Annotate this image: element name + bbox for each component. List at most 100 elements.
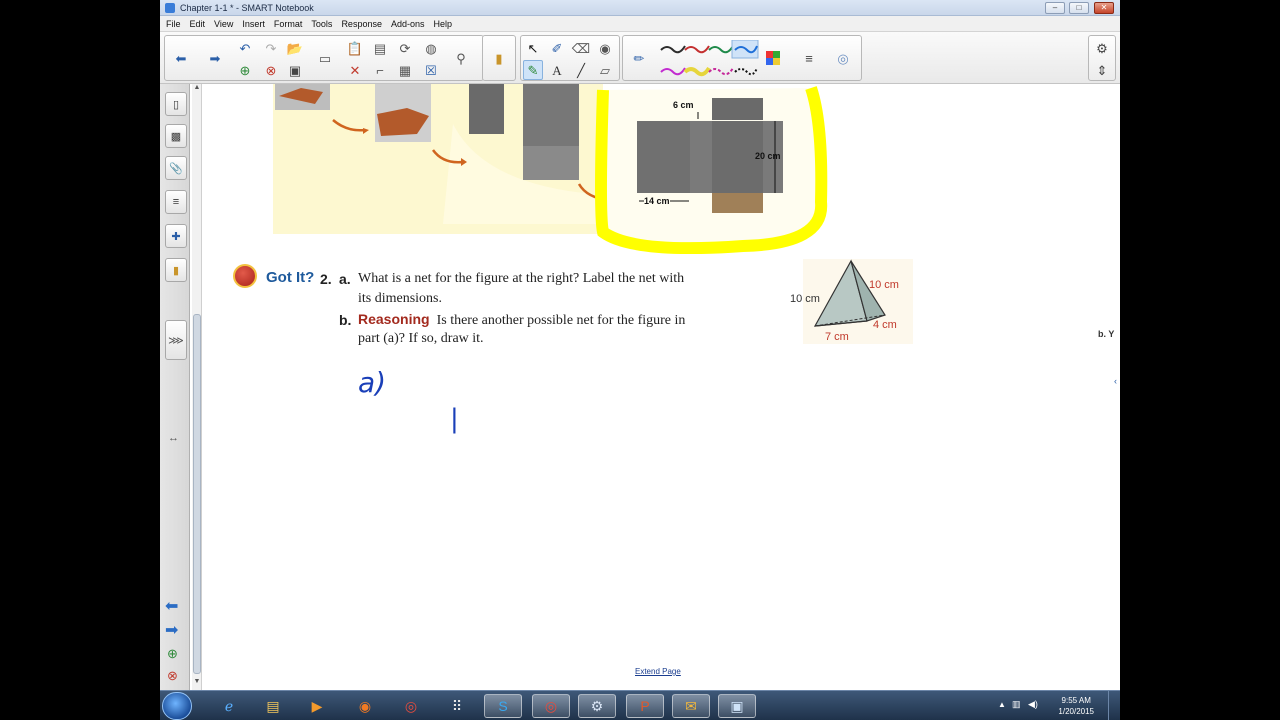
- attachments-icon[interactable]: 📎: [165, 156, 187, 180]
- close-button[interactable]: ✕: [1094, 2, 1114, 14]
- color-palette-icon[interactable]: [763, 48, 783, 68]
- pens-icon[interactable]: ✐: [547, 38, 567, 58]
- menu-format[interactable]: Format: [274, 19, 303, 29]
- menu-addons[interactable]: Add-ons: [391, 19, 425, 29]
- box-image-3: [469, 84, 504, 134]
- page-canvas[interactable]: 6 cm 20 cm 14 cm Got It? 2. a. What is a…: [203, 84, 1120, 690]
- outlook-icon[interactable]: ✉: [672, 694, 710, 718]
- page-sorter-icon[interactable]: ▯: [165, 92, 187, 116]
- gallery-icon[interactable]: ▩: [165, 124, 187, 148]
- save-icon[interactable]: ▣: [285, 60, 305, 80]
- back-arrow-icon[interactable]: ⬅: [171, 48, 191, 68]
- pen-color-swatches[interactable]: [659, 40, 779, 80]
- media-player-icon[interactable]: ▶: [298, 694, 336, 718]
- app-grid-icon[interactable]: ⠿: [438, 694, 476, 718]
- menu-file[interactable]: File: [166, 19, 181, 29]
- smart-notebook-app-icon: [165, 3, 175, 13]
- table-icon[interactable]: ▦: [395, 60, 415, 80]
- select-icon[interactable]: ↖: [523, 38, 543, 58]
- eraser-icon[interactable]: ⌫: [571, 38, 591, 58]
- fill-icon[interactable]: ◉: [595, 38, 615, 58]
- transparency-icon[interactable]: ◎: [833, 48, 853, 68]
- reasoning-label: Reasoning: [358, 311, 430, 327]
- network-icon[interactable]: ▥: [1012, 699, 1021, 710]
- menu-insert[interactable]: Insert: [242, 19, 265, 29]
- scrollbar-thumb[interactable]: [193, 314, 201, 674]
- response-icon[interactable]: ⚲: [451, 48, 471, 68]
- handwritten-answer-a[interactable]: a): [358, 366, 386, 399]
- tray-expand-icon[interactable]: ▲: [998, 700, 1006, 709]
- prism-label-left: 10 cm: [790, 293, 820, 305]
- menu-view[interactable]: View: [214, 19, 233, 29]
- powerpoint-icon[interactable]: P: [626, 694, 664, 718]
- forward-arrow-icon[interactable]: ➡: [205, 48, 225, 68]
- scroll-up-icon[interactable]: ▲: [192, 84, 202, 94]
- open-icon[interactable]: 📂: [285, 38, 305, 58]
- screen-capture-icon[interactable]: ⟳: [395, 38, 415, 58]
- collapse-tabs-icon[interactable]: ⋙: [165, 320, 187, 360]
- prism-label-right: 10 cm: [869, 279, 899, 291]
- lines-icon[interactable]: ╱: [571, 60, 591, 80]
- clock-time: 9:55 AM: [1061, 696, 1091, 705]
- start-button[interactable]: [162, 692, 192, 720]
- smart-notebook-icon[interactable]: ⚙: [578, 694, 616, 718]
- response-icon[interactable]: ▮: [165, 258, 187, 282]
- chrome-icon[interactable]: ◎: [392, 694, 430, 718]
- prev-page-icon[interactable]: ⬅: [165, 596, 178, 616]
- vertical-scrollbar[interactable]: ▲ ▼: [192, 84, 202, 690]
- pen-properties-icon[interactable]: ✏: [629, 48, 649, 68]
- side-tabs: ▯ ▩ 📎 ≡ ✚ ▮ ⋙ ↔ ⬅ ➡ ⊕ ⊗: [160, 84, 190, 690]
- menu-edit[interactable]: Edit: [190, 19, 206, 29]
- toolbar-group-page: ⬅ ➡ ↶ ↷ 📂 ⊕ ⊗ ▣ ▭ 📋 ▤ ⟳ ◍ ✕ ⌐ ▦ ☒ ⚲: [164, 35, 484, 81]
- delete-icon[interactable]: ✕: [345, 60, 365, 80]
- part-a-letter: a.: [339, 271, 351, 287]
- undo-icon[interactable]: ↶: [235, 38, 255, 58]
- line-style-icon[interactable]: ≡: [799, 48, 819, 68]
- creative-pen-icon[interactable]: ✎: [523, 60, 543, 80]
- volume-icon[interactable]: ◀): [1028, 699, 1038, 710]
- text-icon[interactable]: A: [547, 60, 567, 80]
- screen-shade-icon[interactable]: ▭: [315, 48, 335, 68]
- properties-icon[interactable]: ≡: [165, 190, 187, 214]
- cut-icon[interactable]: ▤: [370, 38, 390, 58]
- next-page-icon[interactable]: ➡: [165, 620, 178, 640]
- firefox-icon[interactable]: ◉: [346, 694, 384, 718]
- letterbox-left: [0, 0, 160, 720]
- lock-icon[interactable]: ▮: [489, 48, 509, 68]
- resize-handle-icon[interactable]: ↔: [168, 432, 179, 444]
- menu-response[interactable]: Response: [341, 19, 382, 29]
- skype-icon[interactable]: S: [484, 694, 522, 718]
- delete-page-side-icon[interactable]: ⊗: [167, 668, 178, 684]
- shapes-icon[interactable]: ▱: [595, 60, 615, 80]
- addons-icon[interactable]: ✚: [165, 224, 187, 248]
- document-close-icon[interactable]: ☒: [421, 60, 441, 80]
- minimize-button[interactable]: –: [1045, 2, 1065, 14]
- extend-page-link[interactable]: Extend Page: [635, 667, 681, 676]
- toolbar-swap-icon[interactable]: ⇕: [1092, 60, 1112, 80]
- notebook-doc-icon[interactable]: ▣: [718, 694, 756, 718]
- redo-icon[interactable]: ↷: [261, 38, 281, 58]
- toolbar-group-properties: ✏ ≡ ◎: [622, 35, 862, 81]
- menu-help[interactable]: Help: [434, 19, 453, 29]
- add-page-side-icon[interactable]: ⊕: [167, 646, 178, 662]
- handwritten-stroke[interactable]: |: [450, 404, 459, 434]
- window-title: Chapter 1-1 * - SMART Notebook: [180, 3, 314, 13]
- file-explorer-icon[interactable]: ▤: [254, 694, 292, 718]
- scroll-down-icon[interactable]: ▼: [192, 678, 202, 688]
- maximize-button[interactable]: □: [1069, 2, 1089, 14]
- menu-tools[interactable]: Tools: [311, 19, 332, 29]
- document-camera-icon[interactable]: ◍: [421, 38, 441, 58]
- show-desktop-button[interactable]: [1108, 691, 1120, 720]
- page-edge-arrow-icon[interactable]: ‹: [1114, 376, 1117, 386]
- clock[interactable]: 9:55 AM 1/20/2015: [1058, 695, 1094, 717]
- toolbar-group-settings: ⚙ ⇕: [1088, 35, 1116, 81]
- paste-icon[interactable]: 📋: [345, 38, 365, 58]
- chrome-profile-icon[interactable]: ◎: [532, 694, 570, 718]
- problem-number: 2.: [320, 271, 332, 287]
- add-page-icon[interactable]: ⊕: [235, 60, 255, 80]
- settings-gear-icon[interactable]: ⚙: [1092, 38, 1112, 58]
- full-screen-icon[interactable]: ⌐: [370, 60, 390, 80]
- ie-icon[interactable]: ℯ: [210, 694, 248, 718]
- label-20cm: 20 cm: [755, 151, 781, 161]
- delete-page-icon[interactable]: ⊗: [261, 60, 281, 80]
